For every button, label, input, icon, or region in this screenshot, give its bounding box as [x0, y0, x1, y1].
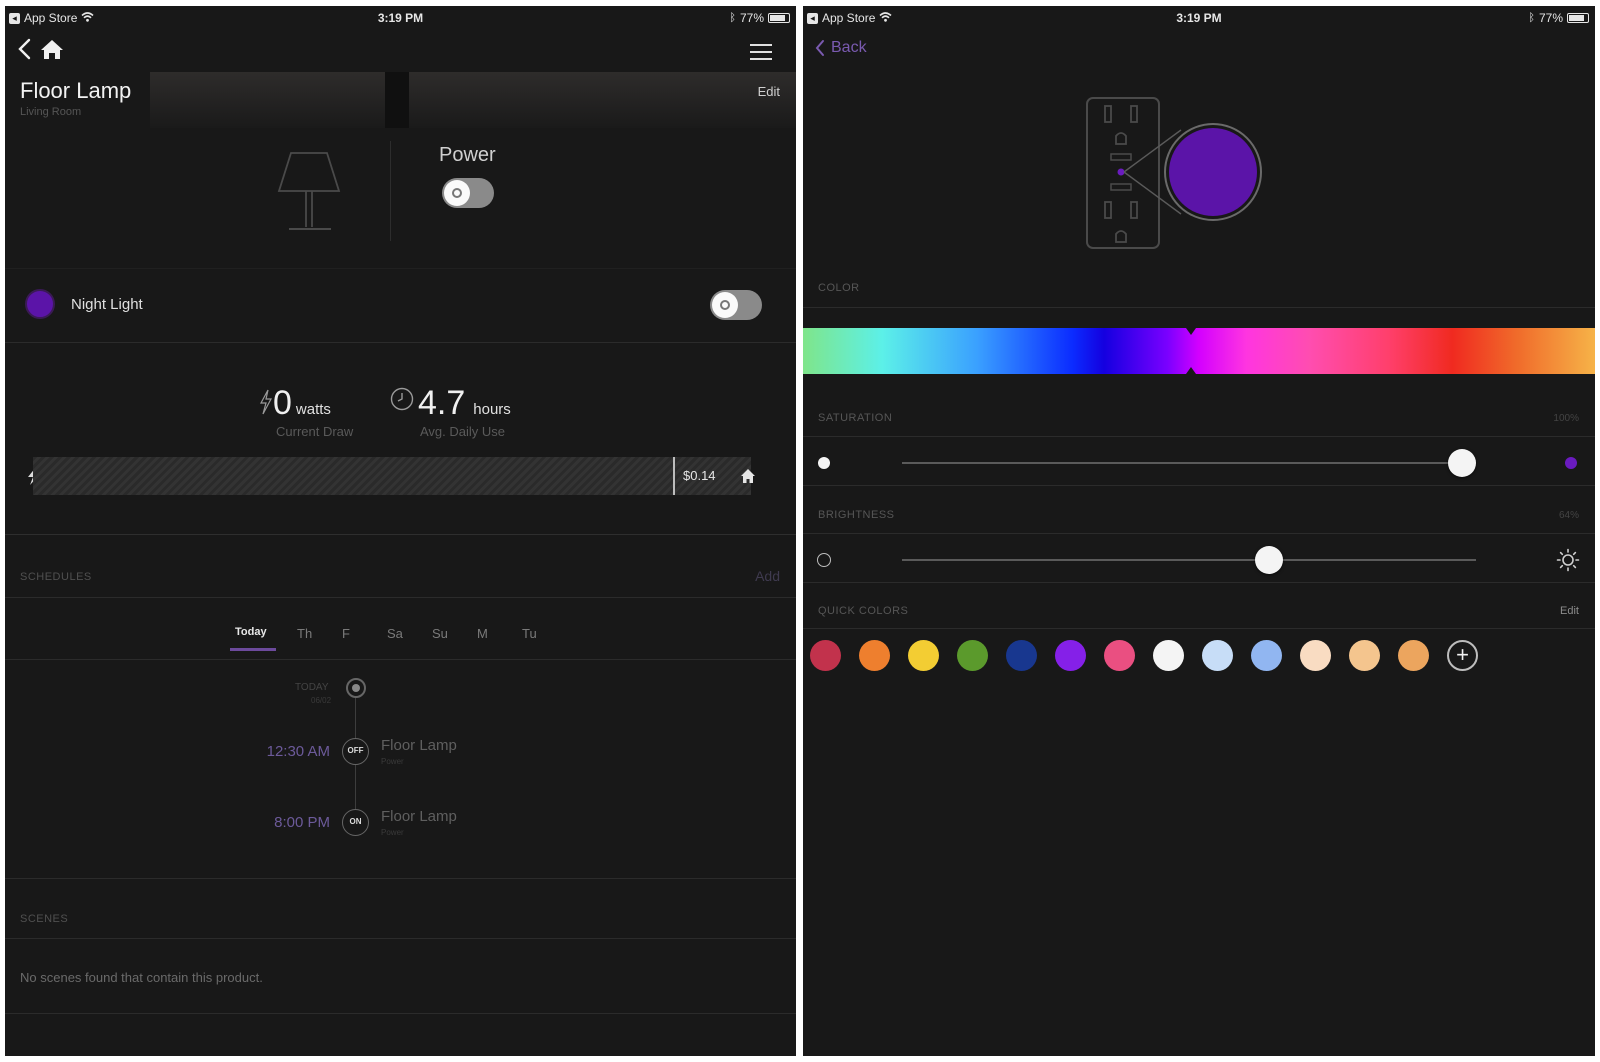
cost-value: $0.14 [683, 468, 716, 483]
schedule-off-badge[interactable]: OFF [342, 738, 369, 765]
night-light-label: Night Light [71, 296, 143, 313]
device-detail-screen: ◂ App Store 3:19 PM ᛒ 77% Floor Lamp Liv… [5, 6, 796, 1056]
schedule-device-name[interactable]: Floor Lamp [381, 808, 457, 825]
timeline-date: 06/02 [311, 696, 332, 705]
color-selector-marker[interactable] [1186, 328, 1196, 335]
quick-color-swatch[interactable] [1006, 640, 1037, 671]
brightness-value: 64% [1558, 510, 1579, 521]
battery-icon [768, 13, 790, 23]
timeline-today-label: TODAY [295, 682, 329, 693]
quick-colors-edit-button[interactable]: Edit [1560, 605, 1579, 617]
schedules-label: SCHEDULES [20, 571, 92, 583]
quick-color-swatch[interactable] [1202, 640, 1233, 671]
add-schedule-button[interactable]: Add [755, 568, 780, 584]
back-button[interactable]: Back [815, 39, 867, 57]
saturation-label: SATURATION [818, 412, 893, 424]
schedule-time: 8:00 PM [274, 814, 330, 831]
current-draw-stat: 0 watts [259, 386, 331, 420]
tab-f[interactable]: F [342, 626, 387, 641]
schedule-time: 12:30 AM [266, 743, 330, 760]
scenes-label: SCENES [20, 913, 69, 925]
tab-m[interactable]: M [477, 626, 522, 641]
brightness-track[interactable] [902, 559, 1476, 561]
schedule-action: Power [381, 828, 404, 837]
daily-use-value: 4.7 [418, 384, 466, 422]
tab-sa[interactable]: Sa [387, 626, 432, 641]
schedule-on-badge[interactable]: ON [342, 809, 369, 836]
color-label: COLOR [818, 282, 860, 294]
daily-use-label: Avg. Daily Use [420, 424, 506, 439]
lightning-icon [259, 389, 273, 420]
low-saturation-dot-icon [818, 457, 830, 469]
quick-color-swatch[interactable] [1104, 640, 1135, 671]
status-bar: ◂ App Store 3:19 PM ᛒ 77% [5, 6, 796, 30]
quick-color-swatch[interactable] [859, 640, 890, 671]
power-label: Power [439, 144, 496, 166]
tab-today[interactable]: Today [235, 626, 297, 641]
day-tabs: Today Th F Sa Su M Tu [235, 626, 567, 641]
schedule-device-name[interactable]: Floor Lamp [381, 737, 457, 754]
battery-percent: 77% [739, 11, 764, 25]
home-small-icon [740, 468, 756, 489]
saturation-value: 100% [1553, 413, 1579, 424]
tab-tu[interactable]: Tu [522, 626, 567, 641]
quick-color-swatch[interactable] [810, 640, 841, 671]
quick-colors-label: QUICK COLORS [818, 605, 909, 617]
power-toggle[interactable] [442, 178, 494, 208]
bluetooth-icon: ᛒ [729, 12, 736, 24]
back-label: Back [831, 39, 867, 56]
current-draw-unit: watts [295, 401, 331, 418]
home-icon[interactable] [39, 38, 65, 65]
night-light-toggle[interactable] [710, 290, 762, 320]
header-image [150, 72, 796, 128]
quick-color-swatch[interactable] [1251, 640, 1282, 671]
status-time: 3:19 PM [1176, 11, 1222, 25]
quick-color-swatch[interactable] [908, 640, 939, 671]
status-time: 3:19 PM [377, 11, 424, 25]
edit-button[interactable]: Edit [758, 84, 780, 99]
saturation-track[interactable] [902, 462, 1476, 464]
color-spectrum-picker[interactable] [803, 328, 1595, 374]
lamp-icon [275, 151, 345, 238]
bluetooth-icon: ᛒ [1528, 12, 1535, 24]
battery-icon [1567, 13, 1589, 23]
quick-color-swatch[interactable] [1153, 640, 1184, 671]
quick-color-swatch[interactable] [1300, 640, 1331, 671]
quick-color-swatch[interactable] [1349, 640, 1380, 671]
quick-color-swatch[interactable] [957, 640, 988, 671]
quick-color-swatches: + [810, 640, 1478, 671]
add-quick-color-button[interactable]: + [1447, 640, 1478, 671]
timeline-now-marker [346, 678, 366, 698]
schedule-action: Power [381, 757, 404, 766]
daily-use-stat: 4.7 hours [390, 386, 511, 420]
tab-su[interactable]: Su [432, 626, 477, 641]
current-draw-value: 0 [273, 384, 292, 422]
brightness-slider-thumb[interactable] [1255, 546, 1284, 574]
night-light-color-dot[interactable] [25, 289, 55, 319]
high-saturation-dot-icon [1565, 457, 1577, 469]
dim-circle-icon [817, 553, 831, 567]
no-scenes-message: No scenes found that contain this produc… [20, 970, 263, 985]
outlet-illustration [1085, 96, 1275, 261]
status-bar: ◂ App Store 3:19 PM ᛒ 77% [803, 6, 1595, 30]
hamburger-menu-icon[interactable] [750, 44, 772, 65]
usage-bar: $0.14 [33, 457, 751, 495]
night-light-color-screen: ◂ App Store 3:19 PM ᛒ 77% Back COLOR SAT… [803, 6, 1595, 1056]
battery-percent: 77% [1538, 11, 1563, 25]
device-title: Floor Lamp [20, 78, 132, 103]
back-chevron-icon [815, 40, 824, 56]
tab-th[interactable]: Th [297, 626, 342, 641]
quick-color-swatch[interactable] [1055, 640, 1086, 671]
sun-icon [1556, 548, 1580, 577]
quick-color-swatch[interactable] [1398, 640, 1429, 671]
daily-use-unit: hours [473, 401, 511, 418]
device-room: Living Room [20, 106, 82, 118]
usage-marker [673, 457, 675, 495]
clock-icon [390, 387, 414, 416]
active-tab-indicator [230, 648, 276, 651]
saturation-slider-thumb[interactable] [1447, 449, 1476, 477]
current-draw-label: Current Draw [276, 424, 354, 439]
brightness-label: BRIGHTNESS [818, 509, 895, 521]
back-chevron-icon[interactable] [17, 38, 31, 65]
